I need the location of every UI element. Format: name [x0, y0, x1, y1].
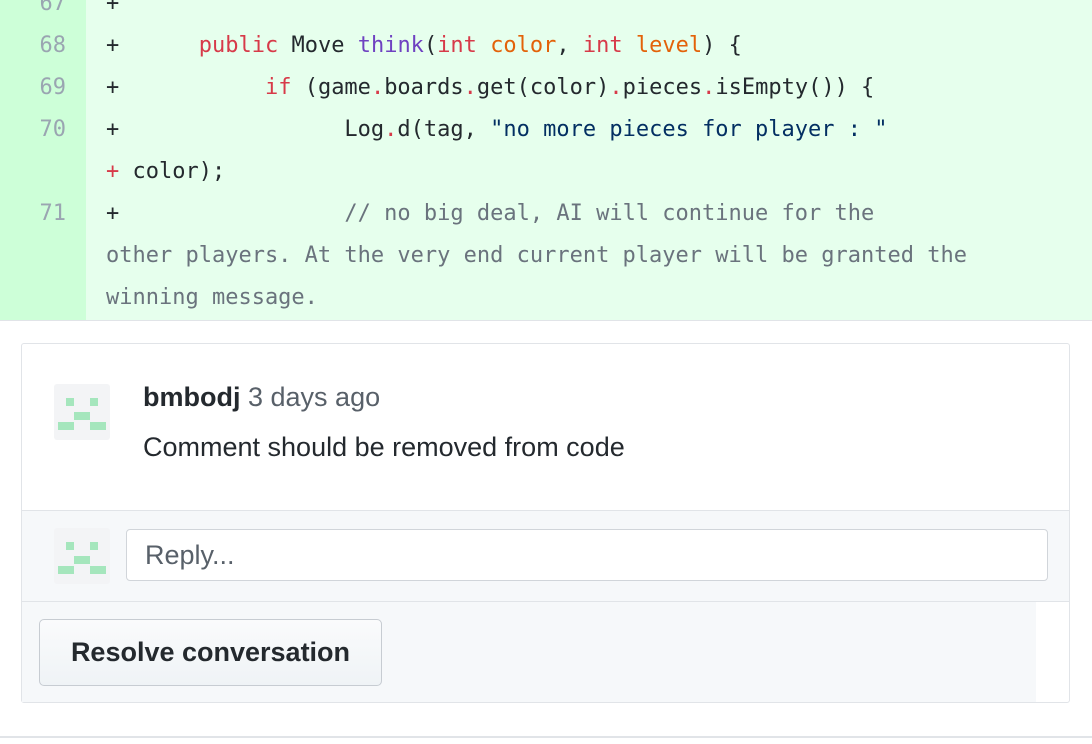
addition-marker: + — [106, 75, 120, 100]
identicon-avatar-icon — [54, 528, 110, 584]
diff-divider — [0, 320, 1092, 321]
addition-marker: + — [106, 33, 120, 58]
comment-body: Comment should be removed from code — [143, 432, 625, 462]
addition-marker: + — [106, 117, 120, 142]
comment-author[interactable]: bmbodj — [143, 382, 240, 412]
reply-input[interactable] — [126, 529, 1048, 581]
line-number[interactable]: 67 — [0, 0, 67, 25]
code-line-wrap: + color); — [106, 159, 226, 184]
code-line-wrap: other players. At the very end current p… — [106, 243, 967, 268]
review-thread: bmbodj 3 days ago Comment should be remo… — [21, 343, 1070, 703]
code-function: think — [357, 33, 424, 58]
line-number[interactable]: 69 — [0, 67, 67, 109]
code-keyword: int — [582, 33, 623, 58]
diff-hunk: 67 68 69 70 71 + + public Move think(int… — [0, 0, 1092, 321]
code-string: "no more pieces for player : " — [490, 117, 888, 142]
thread-actions: Resolve conversation — [22, 602, 1036, 702]
code-line: + if (game.boards.get(color).pieces.isEm… — [106, 75, 875, 100]
comment-timestamp[interactable]: 3 days ago — [248, 382, 380, 412]
code-line: + public Move think(int color, int level… — [106, 33, 742, 58]
code-line: + Log.d(tag, "no more pieces for player … — [106, 117, 888, 142]
addition-marker: + — [106, 201, 120, 226]
comment-header: bmbodj 3 days ago — [143, 382, 380, 413]
code-line: + — [106, 0, 1066, 25]
code-keyword: int — [437, 33, 477, 58]
addition-marker: + — [106, 159, 120, 184]
identicon-avatar-icon[interactable] — [54, 384, 110, 440]
line-number[interactable]: 71 — [0, 193, 67, 235]
code-line-wrap: winning message. — [106, 285, 318, 310]
code-variable: color — [490, 33, 557, 58]
code-comment: // no big deal, AI will continue for the — [119, 201, 875, 226]
code-line: + // no big deal, AI will continue for t… — [106, 193, 1066, 235]
section-divider — [0, 736, 1092, 738]
code-variable: level — [635, 33, 703, 58]
code-keyword: public — [198, 33, 279, 58]
reply-area — [22, 510, 1069, 602]
resolve-conversation-button[interactable]: Resolve conversation — [39, 619, 382, 686]
addition-marker: + — [106, 0, 120, 16]
line-number[interactable]: 70 — [0, 109, 67, 151]
code-keyword: if — [264, 75, 292, 100]
line-number[interactable]: 68 — [0, 25, 67, 67]
